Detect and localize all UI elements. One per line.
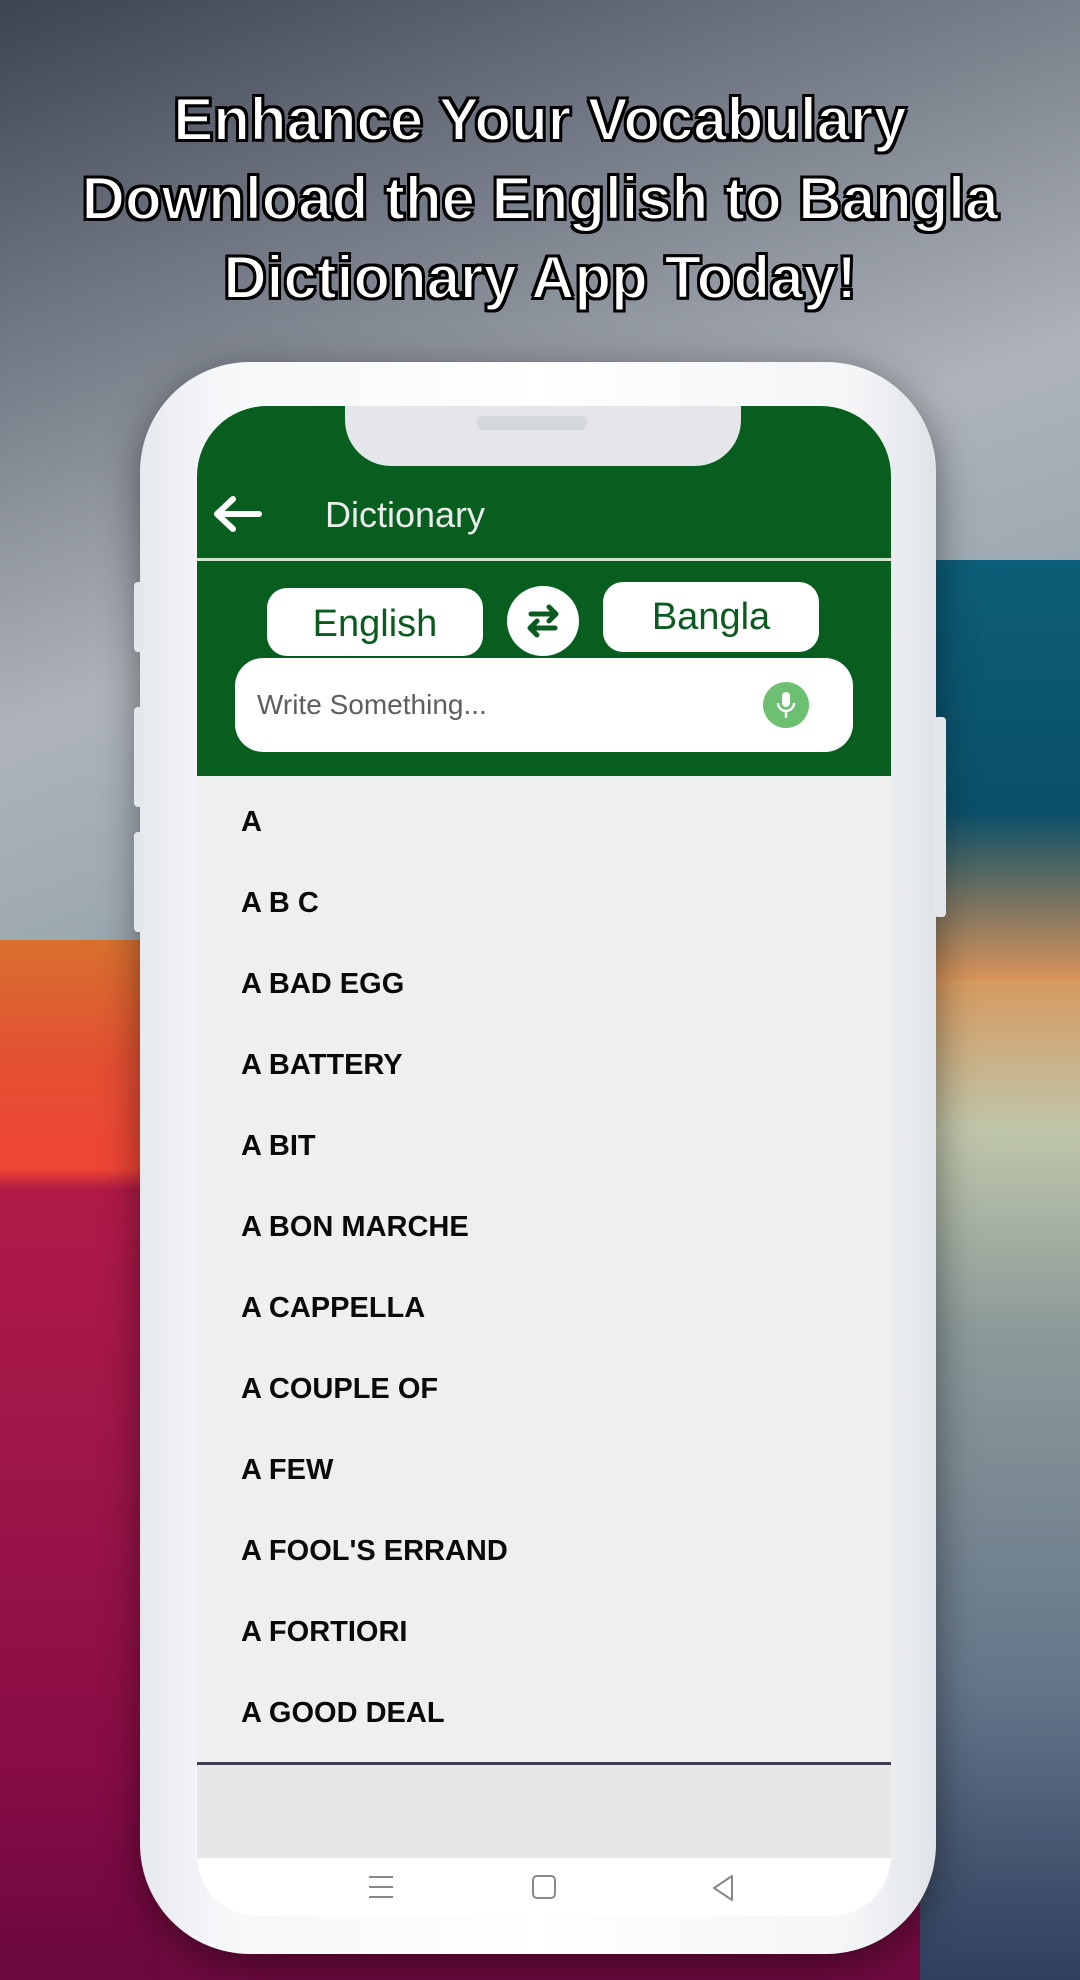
- list-item[interactable]: A FEW: [197, 1430, 891, 1511]
- recents-button[interactable]: [367, 1874, 395, 1905]
- swap-arrows-icon: [527, 604, 559, 638]
- back-triangle-icon: [713, 1875, 733, 1901]
- headline-line-2: Download the English to Bangla: [81, 164, 1000, 233]
- search-box: [235, 658, 853, 752]
- swap-languages-button[interactable]: [507, 586, 579, 656]
- list-item[interactable]: A: [197, 782, 891, 863]
- list-item[interactable]: A BIT: [197, 1106, 891, 1187]
- search-input[interactable]: [255, 680, 739, 730]
- headline-line-1: Enhance Your Vocabulary: [172, 85, 908, 154]
- list-item[interactable]: A CAPPELLA: [197, 1268, 891, 1349]
- target-language-button[interactable]: Bangla: [603, 582, 819, 652]
- recents-icon: [369, 1876, 393, 1898]
- volume-down-button: [134, 832, 144, 932]
- page-title: Dictionary: [325, 494, 486, 535]
- header-divider: [197, 558, 891, 561]
- mute-switch: [134, 582, 144, 652]
- phone-notch: [345, 406, 741, 466]
- list-item[interactable]: A BON MARCHE: [197, 1187, 891, 1268]
- system-back-button[interactable]: [711, 1874, 735, 1907]
- arrow-left-icon: [214, 496, 262, 532]
- phone-screen: Dictionary English Bangla Write Somethin…: [197, 406, 891, 1916]
- power-button: [934, 717, 946, 917]
- headline-line-3: Dictionary App Today!: [222, 243, 857, 312]
- list-item[interactable]: A FORTIORI: [197, 1592, 891, 1673]
- home-button[interactable]: [531, 1874, 557, 1905]
- voice-input-button[interactable]: [763, 682, 809, 728]
- list-item[interactable]: A COUPLE OF: [197, 1349, 891, 1430]
- ad-banner-area: [197, 1765, 891, 1865]
- list-item[interactable]: A GOOD DEAL: [197, 1673, 891, 1754]
- volume-up-button: [134, 707, 144, 807]
- list-item[interactable]: A BATTERY: [197, 1025, 891, 1106]
- background-stripes-left: [0, 940, 160, 1980]
- speaker-grille: [477, 416, 587, 430]
- background-stripes-right-low: [920, 980, 1080, 1980]
- source-language-button[interactable]: English: [267, 588, 483, 656]
- word-list: A A B C A BAD EGG A BATTERY A BIT A BON …: [197, 776, 891, 1778]
- back-button[interactable]: [211, 494, 263, 534]
- promo-headline: Enhance Your Vocabulary Download the Eng…: [0, 80, 1080, 317]
- list-item[interactable]: A B C: [197, 863, 891, 944]
- phone-frame: Dictionary English Bangla Write Somethin…: [134, 362, 946, 1954]
- home-icon: [532, 1875, 556, 1899]
- microphone-icon: [776, 692, 796, 718]
- list-item[interactable]: A BAD EGG: [197, 944, 891, 1025]
- system-navigation-bar: [197, 1858, 891, 1916]
- app-header: Dictionary English Bangla: [197, 406, 891, 776]
- list-item[interactable]: A FOOL'S ERRAND: [197, 1511, 891, 1592]
